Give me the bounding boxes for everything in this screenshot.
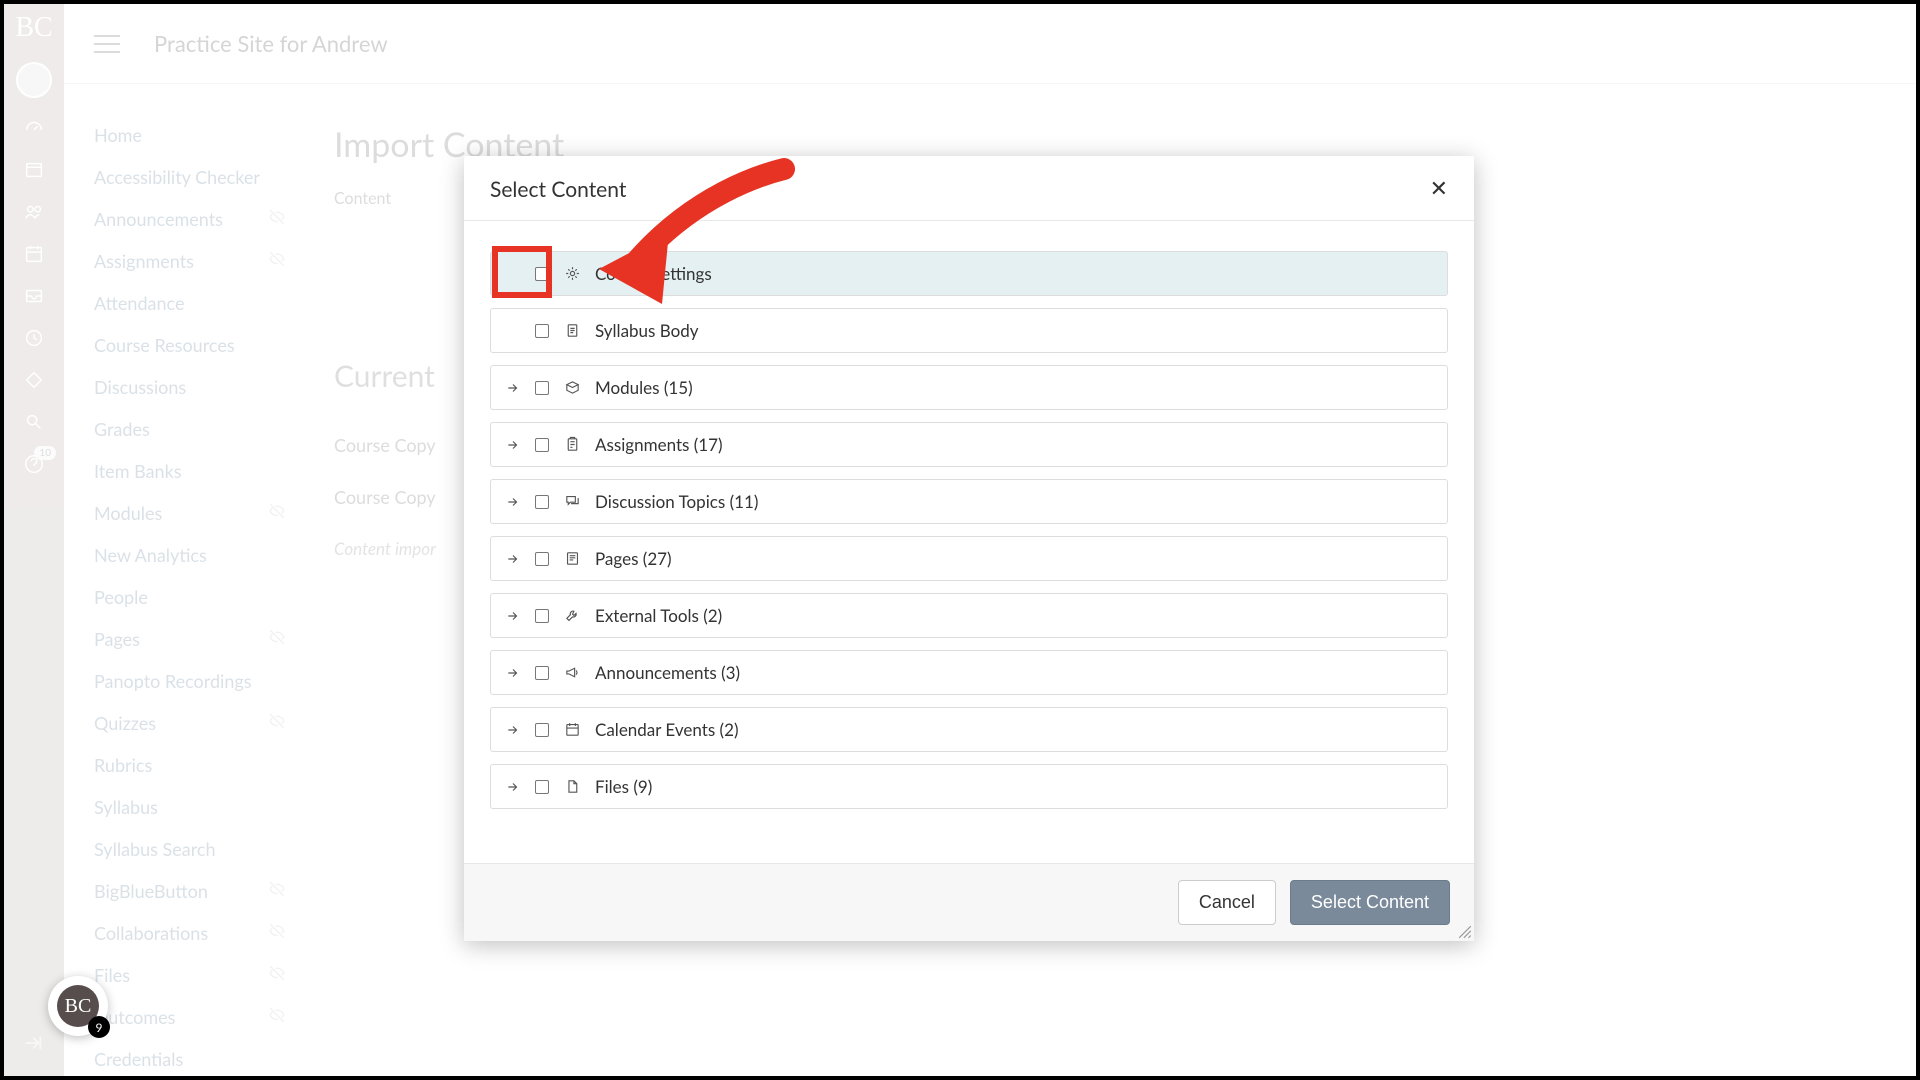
expand-icon[interactable] xyxy=(505,438,521,452)
tool-icon xyxy=(563,607,581,625)
content-item-label: External Tools (2) xyxy=(595,605,722,626)
content-item-label: Pages (27) xyxy=(595,548,672,569)
floating-launcher[interactable]: BC 9 xyxy=(48,976,108,1036)
item-checkbox[interactable] xyxy=(535,381,549,395)
annotation-box xyxy=(492,246,552,298)
content-item-label: Announcements (3) xyxy=(595,662,740,683)
content-item-row[interactable]: Announcements (3) xyxy=(490,650,1448,695)
select-content-button[interactable]: Select Content xyxy=(1290,880,1450,925)
expand-icon[interactable] xyxy=(505,780,521,794)
item-checkbox[interactable] xyxy=(535,780,549,794)
close-button[interactable]: ✕ xyxy=(1430,176,1448,202)
file-icon xyxy=(563,778,581,796)
cancel-button[interactable]: Cancel xyxy=(1178,880,1276,925)
content-item-row[interactable]: Modules (15) xyxy=(490,365,1448,410)
content-item-label: Modules (15) xyxy=(595,377,693,398)
item-checkbox[interactable] xyxy=(535,495,549,509)
module-icon xyxy=(563,379,581,397)
content-item-row[interactable]: External Tools (2) xyxy=(490,593,1448,638)
annotation-arrow xyxy=(564,154,804,344)
resize-handle-icon[interactable] xyxy=(1458,925,1472,939)
launcher-count-badge: 9 xyxy=(88,1016,110,1038)
content-item-label: Assignments (17) xyxy=(595,434,723,455)
page-icon xyxy=(563,550,581,568)
item-checkbox[interactable] xyxy=(535,438,549,452)
expand-icon[interactable] xyxy=(505,495,521,509)
item-checkbox[interactable] xyxy=(535,324,549,338)
content-item-label: Discussion Topics (11) xyxy=(595,491,758,512)
item-checkbox[interactable] xyxy=(535,552,549,566)
item-checkbox[interactable] xyxy=(535,666,549,680)
discuss-icon xyxy=(563,493,581,511)
item-checkbox[interactable] xyxy=(535,609,549,623)
announce-icon xyxy=(563,664,581,682)
content-item-row[interactable]: Assignments (17) xyxy=(490,422,1448,467)
expand-icon[interactable] xyxy=(505,723,521,737)
expand-icon[interactable] xyxy=(505,552,521,566)
content-item-row[interactable]: Discussion Topics (11) xyxy=(490,479,1448,524)
expand-icon[interactable] xyxy=(505,666,521,680)
content-item-row[interactable]: Files (9) xyxy=(490,764,1448,809)
content-item-label: Calendar Events (2) xyxy=(595,719,738,740)
expand-icon[interactable] xyxy=(505,381,521,395)
item-checkbox[interactable] xyxy=(535,723,549,737)
calendar-icon xyxy=(563,721,581,739)
assign-icon xyxy=(563,436,581,454)
content-item-row[interactable]: Calendar Events (2) xyxy=(490,707,1448,752)
content-item-label: Files (9) xyxy=(595,776,652,797)
expand-icon[interactable] xyxy=(505,609,521,623)
content-item-row[interactable]: Pages (27) xyxy=(490,536,1448,581)
